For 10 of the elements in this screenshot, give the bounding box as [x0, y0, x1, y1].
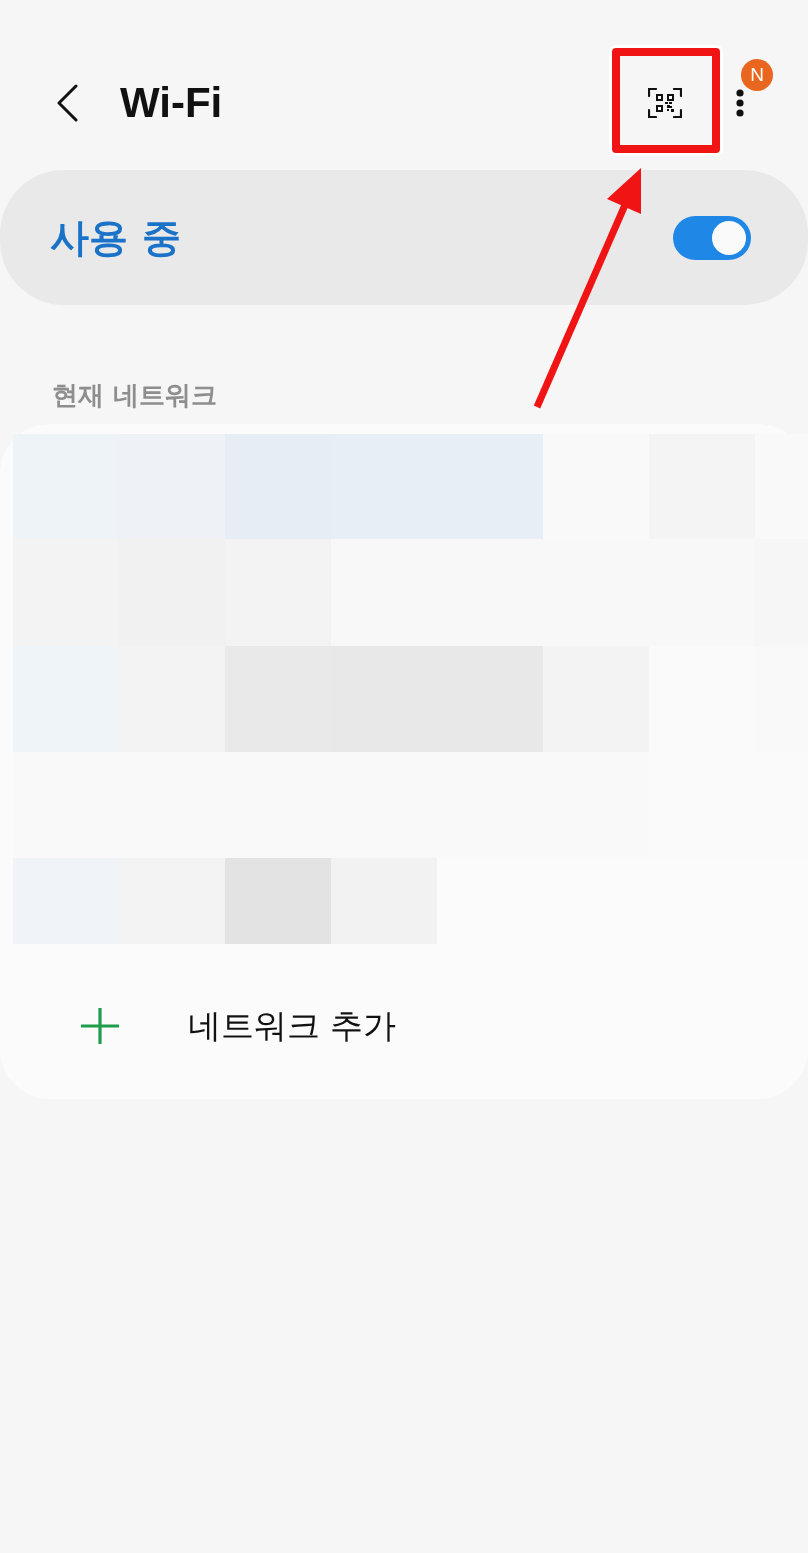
plus-icon — [80, 1007, 120, 1045]
notification-badge: N — [741, 59, 773, 91]
section-heading: 현재 네트워크 — [52, 380, 219, 410]
back-icon[interactable] — [56, 84, 78, 122]
page-title: Wi-Fi — [120, 79, 223, 127]
more-options-icon[interactable] — [736, 89, 744, 117]
switch-label: 사용 중 — [50, 214, 181, 261]
add-network-button[interactable]: 네트워크 추가 — [72, 1002, 405, 1050]
qr-scan-icon[interactable] — [648, 88, 682, 118]
toggle-switch[interactable] — [673, 215, 751, 260]
